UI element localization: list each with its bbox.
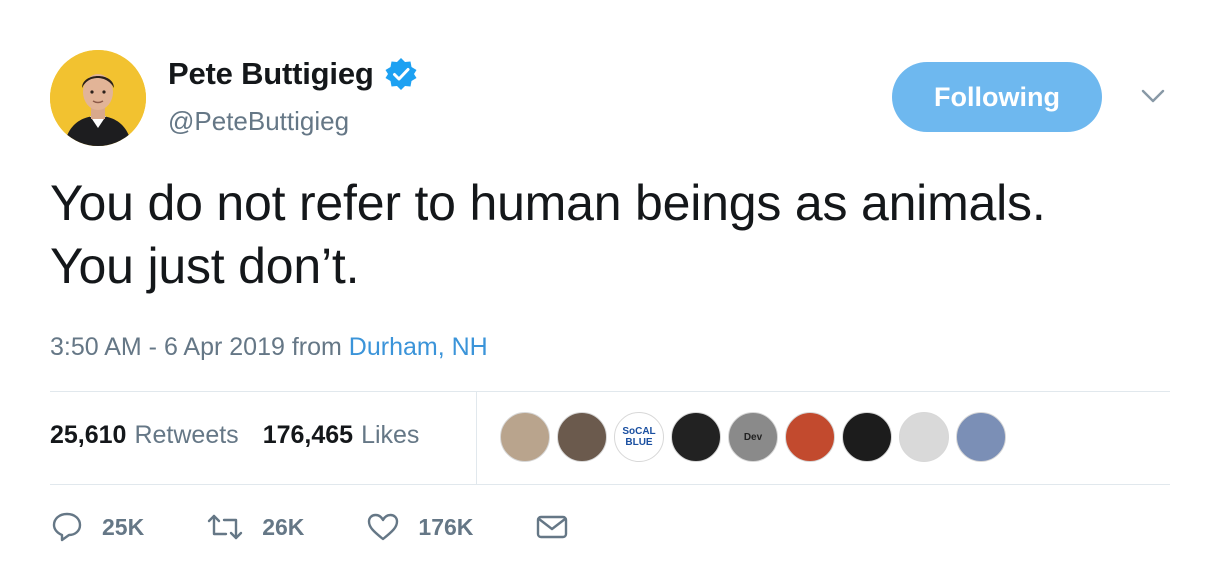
tweet-card: Pete Buttigieg @PeteButtigieg Following … xyxy=(0,0,1232,574)
stats-separator xyxy=(476,392,477,484)
retweets-label: Retweets xyxy=(134,421,239,449)
retweet-count: 26K xyxy=(262,513,305,540)
tweet-text-line: You just don’t. xyxy=(50,238,360,294)
envelope-icon xyxy=(537,515,568,539)
liker-avatar[interactable] xyxy=(956,412,1006,462)
retweet-icon xyxy=(208,514,243,540)
likes-count: 176,465 xyxy=(262,421,354,449)
retweets-count: 25,610 xyxy=(50,421,127,449)
reply-icon xyxy=(52,512,82,542)
divider xyxy=(50,484,1170,485)
tweet-timestamp[interactable]: 3:50 AM - 6 Apr 2019 xyxy=(50,333,285,361)
likes-label: Likes xyxy=(361,421,420,449)
reply-button[interactable]: 25K xyxy=(50,510,144,544)
heart-icon xyxy=(368,513,399,541)
reply-count: 25K xyxy=(102,513,145,540)
likes-stat[interactable]: 176,465 Likes xyxy=(263,421,420,450)
liker-avatar[interactable]: Dev xyxy=(728,412,778,462)
avatar[interactable] xyxy=(50,50,146,146)
avatar-logo-icon: Dev xyxy=(743,431,763,443)
like-count: 176K xyxy=(418,513,474,540)
chevron-down-icon[interactable] xyxy=(1140,86,1166,106)
retweets-stat[interactable]: 25,610 Retweets xyxy=(50,421,239,450)
liker-avatar[interactable]: SoCAL BLUE xyxy=(614,412,664,462)
tweet-metadata: 3:50 AM - 6 Apr 2019 from Durham, NH xyxy=(50,333,488,362)
engagement-stats: 25,610 Retweets 176,465 Likes xyxy=(50,421,443,450)
liker-avatar[interactable] xyxy=(899,412,949,462)
tweet-location-link[interactable]: Durham, NH xyxy=(349,333,488,361)
tweet-text-line: You do not refer to human beings as anim… xyxy=(50,175,1046,231)
liker-avatar[interactable] xyxy=(500,412,550,462)
liker-avatar[interactable] xyxy=(557,412,607,462)
display-name[interactable]: Pete Buttigieg xyxy=(168,56,374,92)
direct-message-button[interactable] xyxy=(535,510,587,544)
avatar-logo-icon: SoCAL BLUE xyxy=(622,426,656,448)
verified-badge-icon xyxy=(385,58,417,90)
liker-avatar[interactable] xyxy=(671,412,721,462)
divider xyxy=(50,391,1170,392)
liker-avatars: SoCAL BLUE Dev xyxy=(500,412,1013,462)
source-label: from xyxy=(291,333,342,361)
user-handle[interactable]: @PeteButtigieg xyxy=(168,106,349,137)
like-button[interactable]: 176K xyxy=(366,510,473,544)
retweet-button[interactable]: 26K xyxy=(206,510,304,544)
following-button[interactable]: Following xyxy=(892,62,1102,132)
profile-photo-icon xyxy=(50,50,146,146)
liker-avatar[interactable] xyxy=(785,412,835,462)
tweet-text: You do not refer to human beings as anim… xyxy=(50,172,1200,298)
name-row: Pete Buttigieg xyxy=(168,56,418,92)
tweet-actions: 25K 26K 176K xyxy=(50,510,649,544)
liker-avatar[interactable] xyxy=(842,412,892,462)
